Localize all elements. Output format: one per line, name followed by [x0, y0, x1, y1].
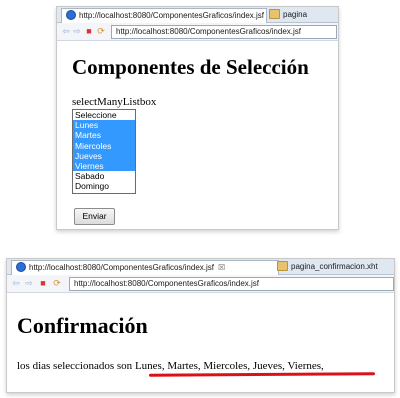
browser-window-selection: http://localhost:8080/ComponentesGrafico…: [56, 6, 339, 230]
listbox-option-sabado[interactable]: Sabado: [73, 171, 135, 181]
page-content: Componentes de Selección selectManyListb…: [57, 41, 338, 229]
confirmation-prefix: los dias seleccionados son: [17, 360, 133, 372]
forward-arrow-icon[interactable]: ⇨: [24, 278, 34, 288]
back-arrow-icon[interactable]: ⇦: [11, 278, 21, 288]
listbox-option-domingo[interactable]: Domingo: [73, 181, 135, 191]
listbox-option-jueves[interactable]: Jueves: [73, 150, 135, 161]
browser-window-confirmation: http://localhost:8080/ComponentesGrafico…: [6, 258, 395, 393]
listbox-option-miercoles[interactable]: Miercoles: [73, 140, 135, 151]
tab-index[interactable]: http://localhost:8080/ComponentesGrafico…: [61, 8, 267, 23]
tab-bar: http://localhost:8080/ComponentesGrafico…: [7, 259, 394, 275]
days-listbox[interactable]: Seleccione Lunes Martes Miercoles Jueves…: [72, 109, 136, 194]
red-underline-annotation: [148, 372, 376, 377]
confirmation-text: los dias seleccionados son Lunes, Martes…: [17, 360, 324, 372]
tab-label: pagina: [283, 10, 308, 19]
page-title: Componentes de Selección: [72, 55, 309, 79]
tab-pagina[interactable]: pagina: [269, 8, 335, 22]
selected-days-text: Lunes, Martes, Miercoles, Jueves, Vierne…: [134, 360, 324, 372]
listbox-option-seleccione[interactable]: Seleccione: [73, 110, 135, 120]
listbox-label: selectManyListbox: [72, 96, 157, 108]
tab-bar: http://localhost:8080/ComponentesGrafico…: [57, 7, 338, 23]
tab-label: pagina_confirmacion.xht: [291, 262, 378, 271]
refresh-icon[interactable]: ⟳: [96, 26, 106, 36]
globe-icon: [16, 261, 26, 272]
tab-label: http://localhost:8080/ComponentesGrafico…: [29, 263, 214, 272]
forward-arrow-icon[interactable]: ⇨: [72, 26, 82, 36]
refresh-icon[interactable]: ⟳: [52, 278, 62, 288]
submit-button[interactable]: Enviar: [74, 208, 115, 225]
stop-icon[interactable]: ■: [38, 278, 48, 288]
tab-label: http://localhost:8080/ComponentesGrafico…: [79, 11, 264, 20]
back-arrow-icon[interactable]: ⇦: [61, 26, 71, 36]
listbox-option-viernes[interactable]: Viernes: [73, 160, 135, 172]
navigation-bar: ⇦ ⇨ ■ ⟳ http://localhost:8080/Componente…: [57, 23, 338, 41]
page-content: Confirmación los dias seleccionados son …: [7, 293, 394, 392]
listbox-option-lunes[interactable]: Lunes: [73, 120, 135, 131]
listbox-option-martes[interactable]: Martes: [73, 130, 135, 141]
globe-icon: [66, 9, 76, 20]
close-tab-icon[interactable]: ☒: [218, 261, 225, 275]
url-bar[interactable]: http://localhost:8080/ComponentesGrafico…: [111, 25, 337, 39]
page-icon: [277, 260, 288, 271]
page-icon: [269, 8, 280, 19]
url-bar[interactable]: http://localhost:8080/ComponentesGrafico…: [69, 277, 394, 291]
navigation-bar: ⇦ ⇨ ■ ⟳ http://localhost:8080/Componente…: [7, 275, 394, 293]
stop-icon[interactable]: ■: [84, 26, 94, 36]
tab-index[interactable]: http://localhost:8080/ComponentesGrafico…: [11, 260, 279, 275]
tab-pagina-confirmacion[interactable]: pagina_confirmacion.xht: [277, 260, 393, 274]
page-title: Confirmación: [17, 313, 148, 338]
